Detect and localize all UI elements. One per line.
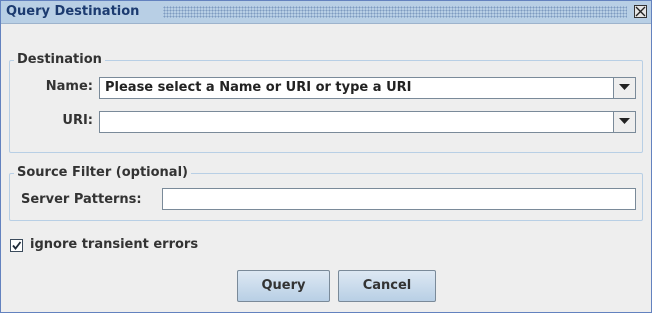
- cancel-button[interactable]: Cancel: [338, 270, 436, 302]
- name-dropdown-button[interactable]: [613, 78, 635, 98]
- query-destination-dialog: Query Destination Destination Name: Plea…: [0, 0, 652, 313]
- uri-dropdown-button[interactable]: [613, 112, 635, 132]
- close-icon: [635, 6, 646, 17]
- name-label: Name:: [45, 79, 93, 94]
- destination-group-title: Destination: [14, 52, 105, 68]
- title-bar-grip: [163, 6, 627, 18]
- chevron-down-icon: [619, 118, 630, 124]
- ignore-transient-errors-label[interactable]: ignore transient errors: [30, 237, 198, 253]
- dialog-title: Query Destination: [6, 4, 146, 20]
- uri-label: URI:: [62, 113, 93, 128]
- chevron-down-icon: [619, 84, 630, 90]
- query-button[interactable]: Query: [237, 270, 330, 302]
- server-patterns-input[interactable]: [162, 188, 636, 210]
- close-button[interactable]: [634, 5, 647, 18]
- checkmark-icon: [12, 241, 22, 250]
- name-combobox[interactable]: Please select a Name or URI or type a UR…: [99, 77, 636, 99]
- server-patterns-label: Server Patterns:: [21, 192, 142, 207]
- destination-group: Destination: [9, 52, 643, 153]
- source-filter-group-title: Source Filter (optional): [14, 165, 191, 181]
- uri-combobox[interactable]: [99, 111, 636, 133]
- title-bar[interactable]: Query Destination: [1, 1, 651, 24]
- name-combobox-value[interactable]: Please select a Name or URI or type a UR…: [105, 80, 411, 96]
- ignore-transient-errors-checkbox[interactable]: [10, 239, 23, 252]
